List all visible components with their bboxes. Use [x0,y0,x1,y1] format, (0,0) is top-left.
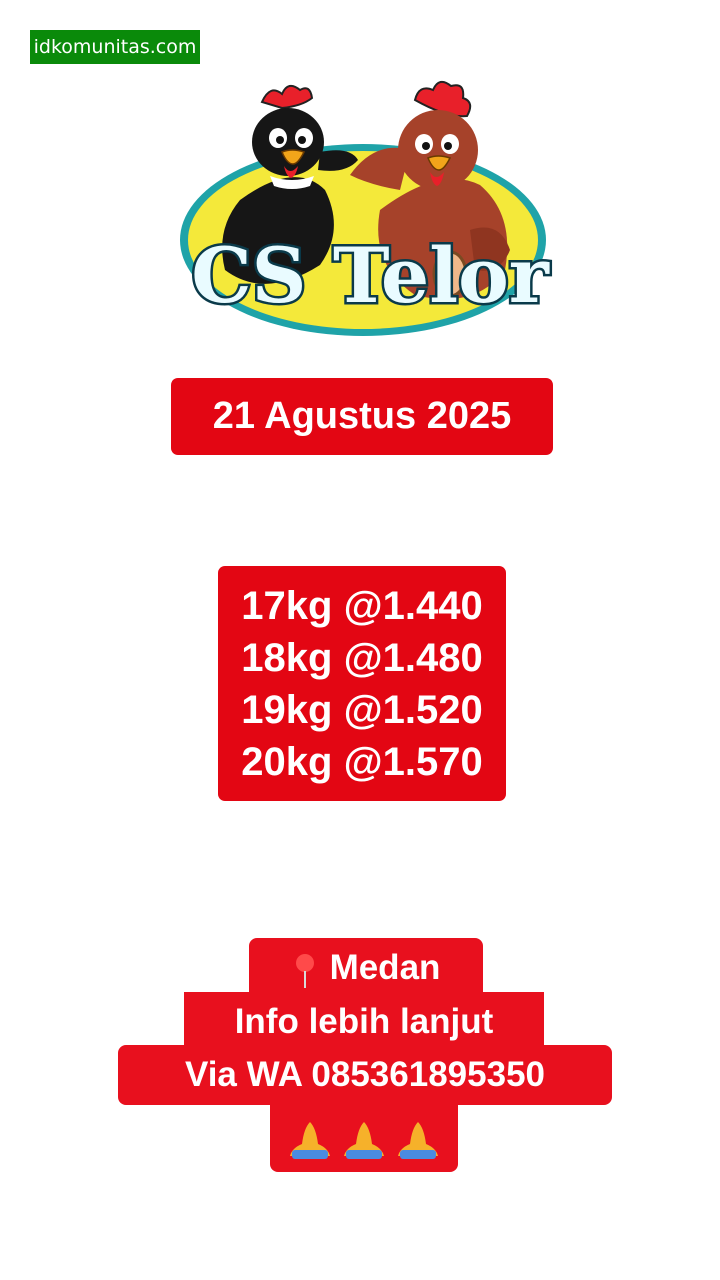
price-row-20kg: 20kg @1.570 [241,739,483,784]
price-row-19kg: 19kg @1.520 [241,687,483,732]
cs-telor-logo: CS Telor [170,80,555,342]
prayer-hands-line [270,1104,458,1172]
info-line: Info lebih lanjut [184,992,544,1052]
watermark-label: idkomunitas.com [30,30,200,64]
price-row-17kg: 17kg @1.440 [241,583,483,628]
pin-icon [292,950,318,990]
whatsapp-line: Via WA 085361895350 [118,1045,612,1105]
contact-info: Medan Info lebih lanjut Via WA 085361895… [0,938,720,1174]
price-list: 17kg @1.440 18kg @1.480 19kg @1.520 20kg… [218,566,506,801]
brand-text: CS Telor [191,231,550,320]
logo-graphic: CS Telor [180,80,552,336]
folded-hands-icon [290,1121,330,1159]
date-badge: 21 Agustus 2025 [171,378,553,455]
folded-hands-icon [398,1121,438,1159]
folded-hands-icon [344,1121,384,1159]
location-text: Medan [329,948,441,987]
price-row-18kg: 18kg @1.480 [241,635,483,680]
location-line: Medan [249,938,483,998]
